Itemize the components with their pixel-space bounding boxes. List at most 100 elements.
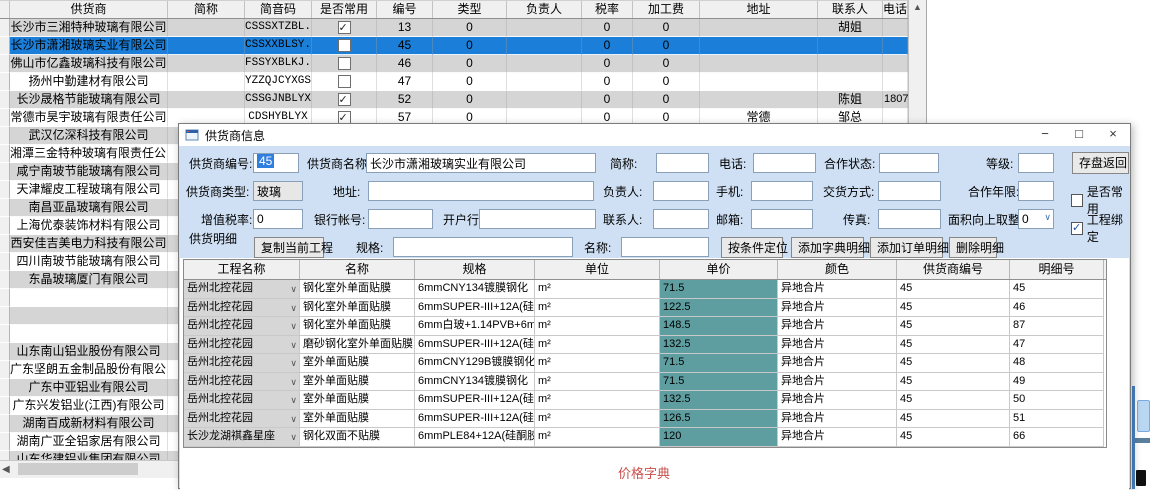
detail-id-cell[interactable]: 48: [1010, 354, 1104, 373]
color-cell[interactable]: 异地合片: [778, 428, 897, 447]
row-header-cell[interactable]: [0, 181, 10, 199]
column-header[interactable]: 供货商: [10, 1, 168, 18]
spec-cell[interactable]: 6mmCNY134镀膜钢化: [415, 373, 535, 392]
supplier-name-cell[interactable]: 扬州中勤建材有限公司: [10, 73, 168, 91]
supplier-contact-cell[interactable]: [818, 73, 883, 91]
supplier-abbr-cell[interactable]: [168, 55, 245, 73]
spec-cell[interactable]: 6mmSUPER-III+12A(硅...: [415, 299, 535, 318]
spec-cell[interactable]: 6mm白玻+1.14PVB+6mm...: [415, 317, 535, 336]
coop-status-input[interactable]: [879, 153, 939, 173]
supplier-phone-cell[interactable]: 180751: [883, 91, 908, 109]
row-header-cell[interactable]: [0, 91, 10, 109]
project-cell[interactable]: 岳州北控花园∨: [184, 354, 300, 373]
supplier-name-cell[interactable]: 山东华建铝业集团有限公司: [10, 451, 168, 460]
supplier-id-cell[interactable]: 45: [897, 410, 1010, 429]
column-header[interactable]: 联系人: [818, 1, 883, 18]
supplier-phone-cell[interactable]: [883, 55, 908, 73]
detail-grid-row[interactable]: 岳州北控花园∨室外单面贴膜6mmSUPER-III+12A(硅...m²132.…: [184, 391, 1106, 410]
spec-cell[interactable]: 6mmSUPER-III+12A(硅...: [415, 336, 535, 355]
dialog-titlebar[interactable]: 供货商信息 − □ ×: [179, 124, 1130, 146]
column-header[interactable]: 电话: [883, 1, 908, 18]
detail-grid-row[interactable]: 岳州北控花园∨钢化室外单面贴膜6mmCNY134镀膜钢化m²71.5异地合片45…: [184, 280, 1106, 299]
chevron-down-icon[interactable]: ∨: [290, 374, 297, 391]
supplier-contact-cell[interactable]: [818, 55, 883, 73]
round-up-combobox[interactable]: 0 ∨: [1018, 209, 1054, 229]
column-header[interactable]: 简称: [168, 1, 245, 18]
supplier-abbr-cell[interactable]: [168, 19, 245, 37]
detail-id-cell[interactable]: 46: [1010, 299, 1104, 318]
name-cell[interactable]: 室外单面贴膜: [300, 391, 415, 410]
supplier-type-cell[interactable]: 0: [433, 91, 507, 109]
supplier-code-cell[interactable]: YZZQJCYXGS: [245, 73, 312, 91]
price-cell[interactable]: 132.5: [660, 391, 778, 410]
supplier-name-cell[interactable]: 湖南百成新材料有限公司: [10, 415, 168, 433]
supplier-address-cell[interactable]: [700, 55, 818, 73]
color-cell[interactable]: 异地合片: [778, 354, 897, 373]
row-header-cell[interactable]: [0, 163, 10, 181]
chevron-down-icon[interactable]: ∨: [290, 281, 297, 298]
name-cell[interactable]: 室外单面贴膜: [300, 373, 415, 392]
row-header-cell[interactable]: [0, 73, 10, 91]
supplier-tax-cell[interactable]: 0: [582, 73, 633, 91]
supplier-contact-cell[interactable]: 胡姐: [818, 19, 883, 37]
supplier-name-cell[interactable]: 长沙市三湘特种玻璃有限公司: [10, 19, 168, 37]
project-cell[interactable]: 岳州北控花园∨: [184, 373, 300, 392]
supplier-fee-cell[interactable]: 0: [633, 73, 700, 91]
supplier-name-cell[interactable]: 咸宁南玻节能玻璃有限公司: [10, 163, 168, 181]
supplier-name-cell[interactable]: 山东南山铝业股份有限公司: [10, 343, 168, 361]
column-header[interactable]: 税率: [582, 1, 633, 18]
column-header[interactable]: 编号: [377, 1, 433, 18]
project-cell[interactable]: 岳州北控花园∨: [184, 391, 300, 410]
bank-input[interactable]: [479, 209, 596, 229]
supplier-manager-cell[interactable]: [507, 55, 582, 73]
supplier-id-cell[interactable]: 45: [897, 299, 1010, 318]
fax-input[interactable]: [878, 209, 941, 229]
unit-cell[interactable]: m²: [535, 299, 660, 318]
supplier-fee-cell[interactable]: 0: [633, 19, 700, 37]
row-header-cell[interactable]: [0, 235, 10, 253]
supplier-phone-cell[interactable]: [883, 73, 908, 91]
supplier-manager-cell[interactable]: [507, 37, 582, 55]
checkbox-icon[interactable]: [1071, 194, 1083, 207]
detail-id-cell[interactable]: 66: [1010, 428, 1104, 447]
name-cell[interactable]: 室外单面贴膜: [300, 410, 415, 429]
supplier-name-cell[interactable]: 湖南广亚全铝家居有限公司: [10, 433, 168, 451]
add-order-detail-button[interactable]: 添加订单明细: [870, 237, 943, 258]
spec-cell[interactable]: 6mmSUPER-III+12A(硅...: [415, 391, 535, 410]
supplier-name-cell[interactable]: 湘潭三金特种玻璃有限责任公司: [10, 145, 168, 163]
spec-filter-input[interactable]: [393, 237, 573, 257]
scrollbar-thumb[interactable]: [18, 463, 138, 475]
color-cell[interactable]: 异地合片: [778, 317, 897, 336]
supplier-phone-cell[interactable]: [883, 19, 908, 37]
supplier-name-cell[interactable]: 四川南玻节能玻璃有限公司: [10, 253, 168, 271]
color-cell[interactable]: 异地合片: [778, 299, 897, 318]
detail-grid-row[interactable]: 岳州北控花园∨钢化室外单面贴膜6mmSUPER-III+12A(硅...m²12…: [184, 299, 1106, 318]
unit-cell[interactable]: m²: [535, 354, 660, 373]
manager-input[interactable]: [653, 181, 709, 201]
supplier-id-cell[interactable]: 46: [377, 55, 433, 73]
color-cell[interactable]: 异地合片: [778, 336, 897, 355]
bank-account-input[interactable]: [368, 209, 433, 229]
unit-cell[interactable]: m²: [535, 391, 660, 410]
supplier-name-cell[interactable]: 天津耀皮工程玻璃有限公司: [10, 181, 168, 199]
supplier-name-cell[interactable]: 长沙晟格节能玻璃有限公司: [10, 91, 168, 109]
supplier-name-cell[interactable]: 东晶玻璃厦门有限公司: [10, 271, 168, 289]
row-header-cell[interactable]: [0, 19, 10, 37]
project-cell[interactable]: 岳州北控花园∨: [184, 299, 300, 318]
price-cell[interactable]: 71.5: [660, 354, 778, 373]
supplier-id-cell[interactable]: 45: [897, 336, 1010, 355]
detail-column-header[interactable]: 单价: [660, 260, 778, 279]
name-cell[interactable]: 磨砂钢化室外单面贴膜: [300, 336, 415, 355]
supplier-row[interactable]: 扬州中勤建材有限公司YZZQJCYXGS47000: [0, 73, 926, 91]
unit-cell[interactable]: m²: [535, 336, 660, 355]
detail-grid-row[interactable]: 岳州北控花园∨室外单面贴膜6mmCNY134镀膜钢化m²71.5异地合片4549: [184, 373, 1106, 392]
color-cell[interactable]: 异地合片: [778, 280, 897, 299]
supplier-id-cell[interactable]: 45: [897, 391, 1010, 410]
detail-id-cell[interactable]: 51: [1010, 410, 1104, 429]
common-use-cell[interactable]: [312, 91, 377, 109]
common-checkbox[interactable]: [338, 21, 351, 34]
mobile-input[interactable]: [751, 181, 813, 201]
name-cell[interactable]: 钢化室外单面贴膜: [300, 299, 415, 318]
common-use-cell[interactable]: [312, 37, 377, 55]
row-header-cell[interactable]: [0, 271, 10, 289]
